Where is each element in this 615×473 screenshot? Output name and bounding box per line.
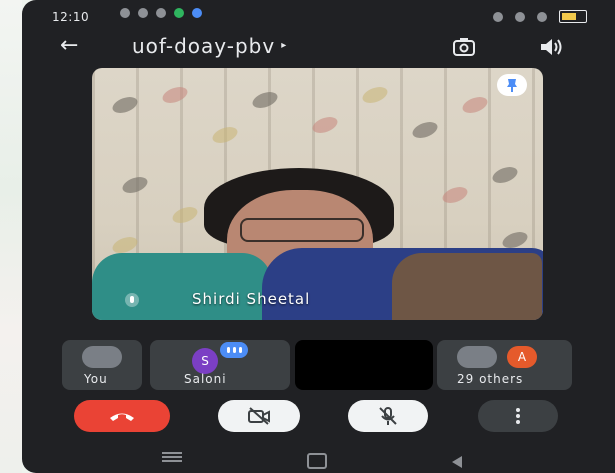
android-nav-bar — [22, 448, 615, 473]
mic-off-icon — [379, 407, 397, 425]
tile-label-saloni: Saloni — [184, 372, 227, 386]
mic-toggle-button[interactable] — [348, 400, 428, 432]
participant-tile-saloni[interactable]: S Saloni — [150, 340, 290, 390]
tile-label-you: You — [84, 372, 108, 386]
back-nav-icon[interactable] — [452, 456, 462, 468]
avatar-saloni: S — [192, 348, 218, 374]
participant-tile-others[interactable]: A 29 others — [437, 340, 572, 390]
end-call-button[interactable] — [74, 400, 170, 432]
avatar-a: A — [507, 346, 537, 368]
call-controls — [22, 400, 615, 436]
background-edge — [0, 0, 22, 473]
participant-tile-you[interactable]: You — [62, 340, 142, 390]
chevron-right-icon: ▸ — [281, 40, 287, 51]
phone-screen: 12:10 ← uof-doay-pbv ▸ Shirdi Sheetal Yo… — [22, 0, 615, 473]
speaking-indicator-icon — [220, 342, 248, 358]
main-video-tile[interactable]: Shirdi Sheetal — [92, 68, 543, 320]
audio-muted-indicator-icon — [125, 293, 139, 307]
participant-clothing — [392, 253, 542, 320]
notification-icon — [120, 8, 130, 18]
battery-icon — [559, 10, 587, 23]
phone-hangup-icon — [110, 413, 134, 421]
speaker-icon[interactable] — [538, 36, 564, 58]
self-avatar — [82, 346, 122, 368]
camera-toggle-button[interactable] — [218, 400, 300, 432]
notification-icon — [138, 8, 148, 18]
meet-notification-icon — [174, 8, 184, 18]
camera-off-icon — [248, 407, 270, 425]
notification-icon — [156, 8, 166, 18]
home-icon[interactable] — [307, 453, 327, 469]
others-avatar-cluster — [457, 346, 497, 368]
pin-icon[interactable] — [497, 74, 527, 96]
participant-tile-video-off[interactable] — [295, 340, 433, 390]
avatar-initial: A — [517, 350, 527, 364]
more-options-button[interactable] — [478, 400, 558, 432]
recent-apps-icon[interactable] — [162, 456, 182, 458]
back-arrow-icon[interactable]: ← — [60, 34, 78, 58]
speaker-name-label: Shirdi Sheetal — [192, 290, 311, 308]
system-icons — [493, 10, 587, 23]
status-time: 12:10 — [52, 10, 90, 24]
more-options-icon — [516, 408, 520, 424]
notification-icon — [192, 8, 202, 18]
top-bar: ← uof-doay-pbv ▸ — [22, 34, 615, 62]
notification-icons — [120, 8, 202, 18]
meeting-title-button[interactable]: uof-doay-pbv ▸ — [132, 34, 286, 58]
meeting-code: uof-doay-pbv — [132, 34, 276, 58]
tile-label-others: 29 others — [457, 372, 524, 386]
wifi-icon — [515, 11, 525, 22]
switch-camera-icon[interactable] — [452, 36, 476, 58]
status-bar: 12:10 — [22, 0, 615, 34]
participant-strip: You S Saloni A 29 others — [62, 340, 592, 390]
alarm-icon — [493, 11, 503, 22]
participant-glasses — [240, 218, 364, 242]
participant-clothing — [92, 253, 272, 320]
signal-icon — [537, 11, 547, 22]
avatar-initial: S — [201, 354, 209, 368]
